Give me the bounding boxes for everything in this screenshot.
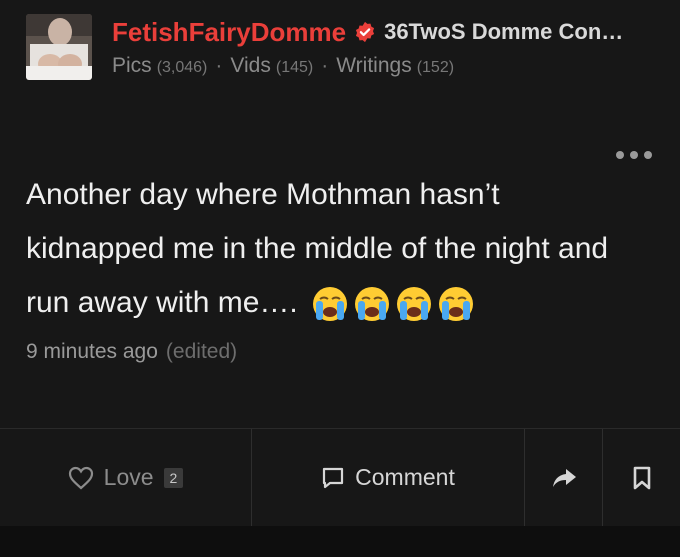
stat-count: (152) (416, 59, 455, 76)
page-bottom (0, 526, 680, 557)
post-body: Another day where Mothman hasn’t kidnapp… (26, 168, 646, 330)
love-label: Love (103, 464, 154, 490)
group-name-link[interactable]: 36TwoS Domme Con… (384, 19, 623, 45)
edited-label: (edited) (165, 340, 238, 363)
dot (644, 151, 652, 159)
name-row: FetishFairyDomme 36TwoS Domme Con… (112, 14, 672, 50)
bookmark-icon (633, 466, 650, 489)
stat-label: Pics (112, 54, 152, 77)
loudly-crying-face-icon (355, 287, 390, 322)
loudly-crying-face-icon (397, 287, 432, 322)
loudly-crying-face-icon (439, 287, 474, 322)
action-bar: Love 2 Comment (0, 428, 680, 526)
dot (616, 151, 624, 159)
share-arrow-icon (552, 468, 576, 487)
stat-label: Writings (336, 54, 412, 77)
stat-count: (145) (275, 59, 314, 76)
dot (630, 151, 638, 159)
love-count-badge: 2 (163, 467, 184, 488)
stat-vids[interactable]: Vids (145) (230, 54, 313, 78)
love-button[interactable]: Love 2 (0, 429, 251, 526)
username-link[interactable]: FetishFairyDomme (112, 17, 346, 48)
profile-stats: Pics (3,046) · Vids (145) · Writings (152) (112, 54, 454, 84)
post-timestamp: 9 minutes ago (edited) (26, 340, 237, 364)
stat-separator: · (321, 54, 329, 77)
stat-writings[interactable]: Writings (152) (336, 54, 454, 78)
share-button[interactable] (525, 429, 602, 526)
comment-button[interactable]: Comment (252, 429, 524, 526)
stat-label: Vids (230, 54, 271, 77)
comment-icon (323, 467, 344, 488)
verified-badge-icon (356, 21, 375, 43)
bookmark-button[interactable] (603, 429, 680, 526)
stat-separator: · (215, 54, 223, 77)
heart-icon (68, 466, 93, 489)
time-ago: 9 minutes ago (26, 340, 158, 363)
stat-pics[interactable]: Pics (3,046) (112, 54, 207, 78)
avatar[interactable] (26, 14, 92, 80)
avatar-image (26, 14, 92, 80)
more-options-icon[interactable] (616, 148, 652, 162)
post-header: FetishFairyDomme 36TwoS Domme Con… Pics(… (0, 0, 680, 108)
emoji-group (312, 286, 474, 322)
stat-count: (3,046) (156, 59, 208, 76)
comment-label: Comment (355, 464, 455, 490)
post-card: Another day where Mothman hasn’t kidnapp… (0, 108, 680, 428)
loudly-crying-face-icon (313, 287, 348, 322)
